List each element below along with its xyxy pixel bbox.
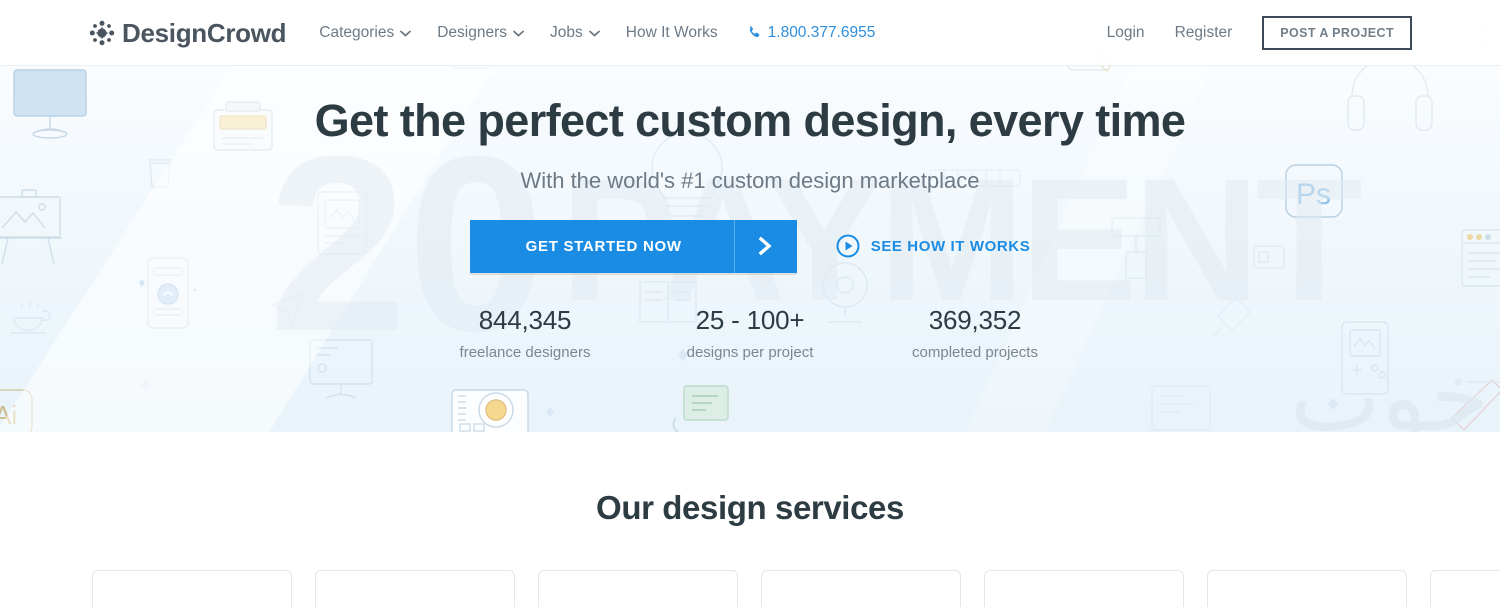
register-link[interactable]: Register xyxy=(1175,24,1233,42)
stat-label: completed projects xyxy=(912,343,1038,361)
hero-cta-row: GET STARTED NOW SEE HOW IT WORKS xyxy=(469,219,1031,273)
page-root: Ai Ps 20 PAYMENT خوب Get the perfect cus… xyxy=(0,0,1500,607)
phone-icon xyxy=(747,25,762,40)
nav-jobs[interactable]: Jobs xyxy=(537,24,613,42)
post-a-project-button[interactable]: POST A PROJECT xyxy=(1262,15,1412,50)
stat-label: designs per project xyxy=(686,343,814,361)
stat-value: 844,345 xyxy=(478,304,572,335)
nav-label: Jobs xyxy=(550,23,583,41)
see-how-it-works-button[interactable]: SEE HOW IT WORKS xyxy=(836,234,1031,258)
service-card-4[interactable] xyxy=(761,570,961,607)
see-how-it-works-label: SEE HOW IT WORKS xyxy=(870,237,1031,255)
chevron-down-icon xyxy=(400,24,412,42)
stat-designs-per-project: 25 - 100+ designs per project xyxy=(638,305,863,361)
phone-label: 1.800.377.6955 xyxy=(767,23,876,41)
stat-completed-projects: 369,352 completed projects xyxy=(863,305,1088,361)
main-navigation: Categories Designers Jobs How It Works 1… xyxy=(306,24,875,42)
hero-subtitle: With the world's #1 custom design market… xyxy=(520,167,980,193)
services-card-row xyxy=(0,570,1500,607)
service-card-3[interactable] xyxy=(538,570,738,607)
service-card-2[interactable] xyxy=(315,570,515,607)
header-actions: Login Register POST A PROJECT xyxy=(1107,15,1412,50)
service-card-6[interactable] xyxy=(1207,570,1407,607)
get-started-button[interactable]: GET STARTED NOW xyxy=(469,219,797,273)
phone-number[interactable]: 1.800.377.6955 xyxy=(747,23,876,42)
hero-title: Get the perfect custom design, every tim… xyxy=(314,95,1186,146)
nav-label: Designers xyxy=(437,23,508,41)
chevron-down-icon xyxy=(513,24,524,42)
nav-label: Categories xyxy=(319,23,395,41)
brand-name: DesignCrowd xyxy=(122,17,287,48)
play-circle-icon xyxy=(836,234,860,258)
hero-stats: 844,345 freelance designers 25 - 100+ de… xyxy=(413,305,1088,361)
brand-logo[interactable]: DesignCrowd xyxy=(89,17,287,48)
chevron-right-icon xyxy=(735,236,797,256)
site-header: DesignCrowd Categories Designers Jobs Ho… xyxy=(0,0,1500,66)
logo-design-icon xyxy=(148,599,238,607)
service-card-1[interactable] xyxy=(92,570,292,607)
service-card-5[interactable] xyxy=(984,570,1184,607)
nav-designers[interactable]: Designers xyxy=(424,24,537,42)
login-link[interactable]: Login xyxy=(1107,24,1145,42)
services-section: Our design services xyxy=(0,432,1500,607)
get-started-label: GET STARTED NOW xyxy=(525,237,682,255)
chevron-down-icon xyxy=(588,24,600,42)
service-card-7[interactable] xyxy=(1430,570,1500,607)
nav-label: How It Works xyxy=(625,23,718,41)
nav-categories[interactable]: Categories xyxy=(306,24,424,42)
nav-how-it-works[interactable]: How It Works xyxy=(613,24,731,42)
stat-label: freelance designers xyxy=(459,343,591,361)
stat-freelance-designers: 844,345 freelance designers xyxy=(413,305,638,361)
services-title: Our design services xyxy=(596,489,904,526)
stat-value: 25 - 100+ xyxy=(695,304,805,335)
stat-value: 369,352 xyxy=(928,304,1022,335)
designcrowd-starburst-icon xyxy=(89,20,115,46)
